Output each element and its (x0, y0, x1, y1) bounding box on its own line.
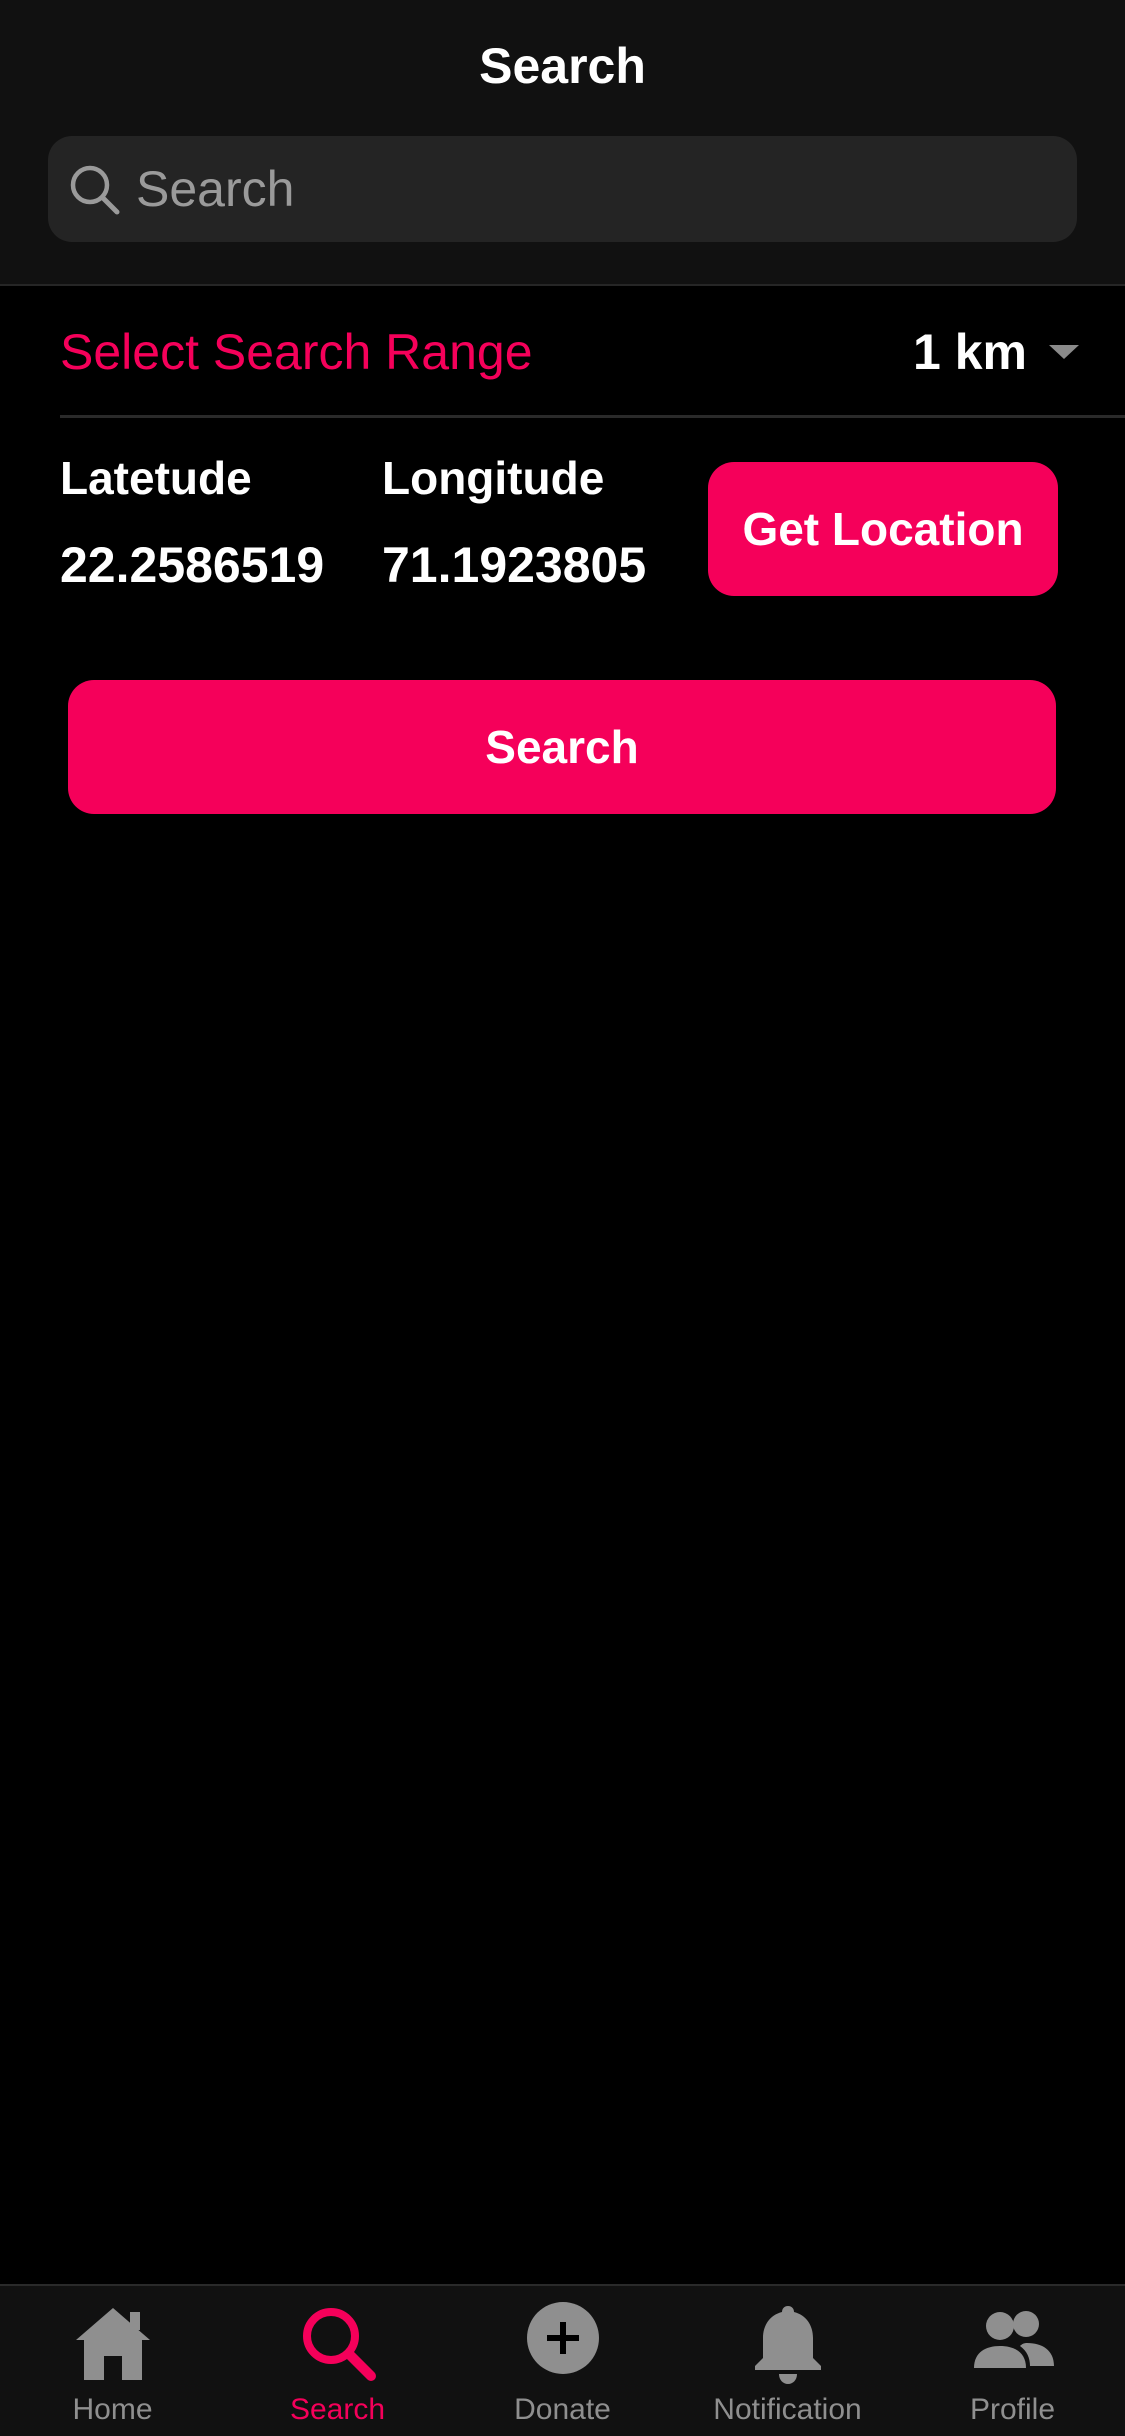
tab-donate[interactable]: Donate (450, 2286, 675, 2436)
search-range-row: Select Search Range 1 km (60, 286, 1125, 418)
search-icon (303, 2308, 376, 2381)
latitude-value: 22.2586519 (60, 537, 325, 593)
longitude-value: 71.1923805 (382, 537, 647, 593)
latitude-label: Latetude (60, 452, 252, 504)
tab-home-label: Home (72, 2393, 153, 2426)
tab-donate-label: Donate (514, 2393, 611, 2426)
tab-home[interactable]: Home (0, 2286, 225, 2436)
people-icon (974, 2311, 1054, 2368)
chevron-down-icon (1049, 345, 1079, 359)
tab-search[interactable]: Search (225, 2286, 450, 2436)
tab-profile[interactable]: Profile (900, 2286, 1125, 2436)
tab-search-label: Search (289, 2393, 386, 2426)
search-range-dropdown[interactable]: 1 km (913, 320, 1079, 384)
bottom-tab-bar: Home Search Donate Notification Profile (0, 2284, 1125, 2436)
header: Search (0, 0, 1125, 286)
page-title: Search (479, 38, 646, 94)
home-icon (76, 2308, 150, 2380)
add-circle-icon (527, 2302, 599, 2374)
search-bar[interactable] (48, 136, 1077, 242)
get-location-button[interactable]: Get Location (708, 462, 1058, 596)
tab-notification[interactable]: Notification (675, 2286, 900, 2436)
search-range-value: 1 km (913, 324, 1027, 380)
search-button[interactable]: Search (68, 680, 1056, 814)
bell-icon (755, 2306, 821, 2384)
search-range-label: Select Search Range (60, 324, 533, 380)
tab-notification-label: Notification (713, 2393, 862, 2426)
longitude-label: Longitude (382, 452, 605, 504)
search-input[interactable] (136, 136, 1036, 242)
search-icon (70, 165, 120, 215)
tab-profile-label: Profile (969, 2393, 1056, 2426)
